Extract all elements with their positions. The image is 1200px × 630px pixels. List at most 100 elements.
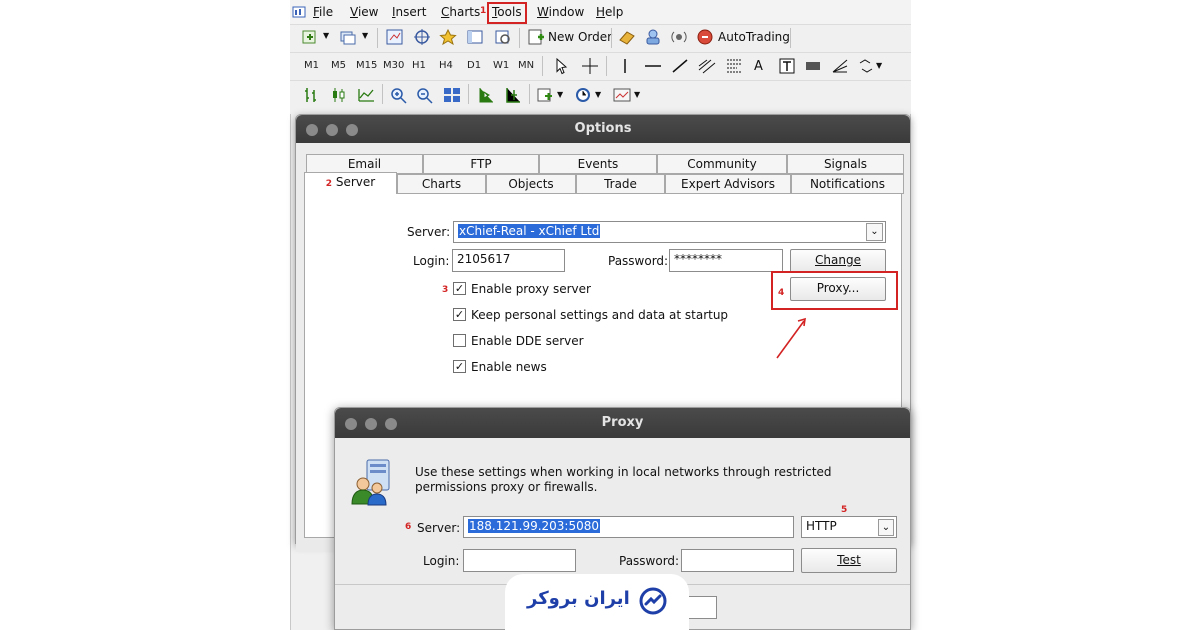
horizontal-line-icon[interactable]: [643, 57, 663, 75]
timeframe-m5[interactable]: M5: [331, 60, 346, 71]
menu-charts[interactable]: Charts: [441, 5, 480, 19]
timeframe-h1[interactable]: H1: [412, 60, 426, 71]
timeframe-m1[interactable]: M1: [304, 60, 319, 71]
dropdown-arrow-icon[interactable]: ▼: [557, 90, 563, 99]
dropdown-arrow-icon[interactable]: ▼: [634, 90, 640, 99]
menu-insert[interactable]: Insert: [392, 5, 426, 19]
tab-signals[interactable]: Signals: [787, 154, 904, 174]
proxy-login-field[interactable]: [463, 549, 576, 572]
trendline-icon[interactable]: [670, 57, 690, 75]
tab-charts[interactable]: Charts: [397, 174, 486, 194]
indicators-icon[interactable]: [535, 86, 555, 104]
fibo-fan-icon[interactable]: [830, 57, 850, 75]
dropdown-arrow-icon[interactable]: ▼: [362, 31, 368, 40]
templates-icon[interactable]: [612, 86, 632, 104]
terminal-icon[interactable]: [465, 28, 485, 46]
menu-help[interactable]: Help: [596, 5, 623, 19]
signals-icon[interactable]: [669, 28, 689, 46]
profiles-icon[interactable]: [338, 28, 358, 46]
status-strip: [296, 540, 336, 552]
menu-file[interactable]: File: [313, 5, 333, 19]
server-value: xChief-Real - xChief Ltd: [458, 224, 601, 238]
chevron-down-icon[interactable]: ⌄: [878, 519, 894, 536]
metaeditor-icon[interactable]: [617, 28, 637, 46]
chart-shift-icon[interactable]: [503, 86, 523, 104]
enable-dde-checkbox[interactable]: [453, 334, 466, 347]
new-order-button[interactable]: New Order: [548, 30, 612, 44]
options-titlebar: Options: [296, 115, 910, 143]
dropdown-arrow-icon[interactable]: ▼: [876, 61, 882, 70]
enable-news-label: Enable news: [471, 360, 547, 374]
new-chart-icon[interactable]: [301, 28, 321, 46]
timeframe-m15[interactable]: M15: [356, 60, 377, 71]
tab-trade[interactable]: Trade: [576, 174, 665, 194]
experts-icon[interactable]: [643, 28, 663, 46]
zoom-out-icon[interactable]: [415, 86, 435, 104]
tab-objects[interactable]: Objects: [486, 174, 576, 194]
toolbar-separator: [529, 84, 530, 104]
equidistant-channel-icon[interactable]: [697, 57, 717, 75]
tab-notifications[interactable]: Notifications: [791, 174, 904, 194]
proxy-title: Proxy: [601, 415, 644, 430]
tab-server[interactable]: 2 Server: [304, 172, 397, 194]
proxy-button[interactable]: Proxy...: [790, 277, 886, 301]
vertical-line-icon[interactable]: [615, 57, 635, 75]
navigator-icon[interactable]: [438, 28, 458, 46]
step-6-marker: 6: [405, 522, 412, 532]
step-1-marker: 1: [480, 6, 487, 16]
timeframe-m30[interactable]: M30: [383, 60, 404, 71]
keep-settings-checkbox[interactable]: ✓: [453, 308, 466, 321]
tab-community[interactable]: Community: [657, 154, 787, 174]
autotrading-button[interactable]: AutoTrading: [718, 30, 790, 44]
menu-tools[interactable]: Tools: [492, 5, 522, 19]
menu-window[interactable]: Window: [537, 5, 584, 19]
tab-expert-advisors[interactable]: Expert Advisors: [665, 174, 791, 194]
proxy-server-label: Server:: [417, 521, 461, 535]
proxy-password-field[interactable]: [681, 549, 794, 572]
bar-chart-icon[interactable]: [302, 86, 322, 104]
tab-email[interactable]: Email: [306, 154, 423, 174]
enable-proxy-checkbox[interactable]: ✓: [453, 282, 466, 295]
candlesticks-icon[interactable]: [329, 86, 349, 104]
market-watch-icon[interactable]: [385, 28, 405, 46]
test-button[interactable]: Test: [801, 548, 897, 573]
more-tools-icon[interactable]: [857, 57, 877, 75]
tile-windows-icon[interactable]: [442, 86, 462, 104]
chevron-down-icon[interactable]: ⌄: [866, 223, 883, 241]
proxy-server-field[interactable]: 188.121.99.203:5080: [463, 516, 794, 538]
tab-ftp[interactable]: FTP: [423, 154, 539, 174]
line-chart-icon[interactable]: [356, 86, 376, 104]
cursor-icon[interactable]: [552, 57, 572, 75]
arrows-icon[interactable]: [803, 57, 823, 75]
periods-clock-icon[interactable]: [573, 86, 593, 104]
timeframe-w1[interactable]: W1: [493, 60, 509, 71]
crosshair-icon[interactable]: [412, 28, 432, 46]
crosshair-tool-icon[interactable]: [580, 57, 600, 75]
change-button[interactable]: Change: [790, 249, 886, 273]
text-tool-icon[interactable]: A: [754, 59, 763, 74]
dropdown-arrow-icon[interactable]: ▼: [323, 31, 329, 40]
login-field[interactable]: 2105617: [452, 249, 565, 272]
strategy-tester-icon[interactable]: [493, 28, 513, 46]
fibonacci-icon[interactable]: [724, 57, 744, 75]
text-label-icon[interactable]: [777, 57, 797, 75]
menu-view[interactable]: View: [350, 5, 378, 19]
timeframe-h4[interactable]: H4: [439, 60, 453, 71]
password-label: Password:: [608, 254, 669, 268]
timeframe-mn[interactable]: MN: [518, 60, 534, 71]
toolbar-separator: [519, 28, 520, 48]
proxy-login-label: Login:: [423, 554, 460, 568]
autotrading-icon[interactable]: [695, 28, 715, 46]
password-field[interactable]: ********: [669, 249, 783, 272]
auto-scroll-icon[interactable]: [476, 86, 496, 104]
zoom-in-icon[interactable]: [389, 86, 409, 104]
dropdown-arrow-icon[interactable]: ▼: [595, 90, 601, 99]
enable-news-checkbox[interactable]: ✓: [453, 360, 466, 373]
server-select[interactable]: xChief-Real - xChief Ltd: [453, 221, 886, 243]
step-5-marker: 5: [841, 505, 848, 515]
new-order-icon[interactable]: [526, 28, 546, 46]
timeframe-d1[interactable]: D1: [467, 60, 481, 71]
server-label: Server:: [407, 225, 451, 239]
tab-events[interactable]: Events: [539, 154, 657, 174]
arrow-annotation-icon: [776, 317, 806, 359]
